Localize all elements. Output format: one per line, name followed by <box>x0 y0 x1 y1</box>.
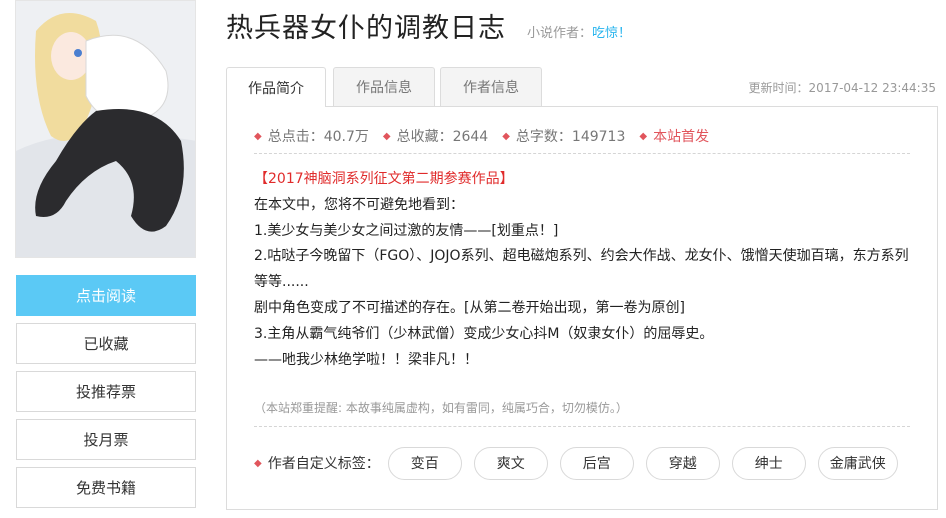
tag-item[interactable]: 绅士 <box>731 446 806 480</box>
diamond-icon: ◆ <box>254 130 262 142</box>
tag-item[interactable]: 穿越 <box>645 446 720 480</box>
stat-clicks-text: 总点击：40.7万 <box>267 129 369 145</box>
intro-line: 剧中角色变成了不可描述的存在。[从第二卷开始出现，第一卷为原创] <box>254 299 685 316</box>
recommend-vote-button[interactable]: 投推荐票 <box>16 371 196 412</box>
tab-intro[interactable]: 作品简介 <box>226 67 326 107</box>
author-link[interactable]: 吃惊！ <box>592 26 631 41</box>
stat-words: ◆ 总字数：149713 <box>502 126 625 146</box>
intro-panel: ◆ 总点击：40.7万 ◆ 总收藏：2644 ◆ 总字数：149713 ◆ 本站首发 【… <box>226 106 938 510</box>
tag-item[interactable]: 爽文 <box>473 446 548 480</box>
diamond-icon: ◆ <box>382 130 391 142</box>
custom-tags-row: ◆ 作者自定义标签： 变百 爽文 后宫 穿越 绅士 金庸武侠 <box>254 446 910 480</box>
stat-favorites-text: 总收藏：2644 <box>396 129 489 145</box>
author-info: 小说作者：吃惊！ <box>527 22 631 41</box>
diamond-icon: ◆ <box>639 130 648 142</box>
diamond-icon: ◆ <box>502 130 510 142</box>
stat-first-release: ◆ 本站首发 <box>639 126 709 146</box>
divider <box>254 426 910 427</box>
monthly-vote-button[interactable]: 投月票 <box>16 419 196 460</box>
stat-words-text: 总字数：149713 <box>515 129 626 145</box>
stat-clicks: ◆ 总点击：40.7万 <box>254 126 369 146</box>
intro-line: 2.咕哒子今晚留下（FGO）、JOJO系列、超电磁炮系列、约会大作战、龙女仆、饿… <box>254 248 909 291</box>
stat-favorites: ◆ 总收藏：2644 <box>383 126 488 146</box>
cover-illustration <box>16 1 195 257</box>
intro-line: 【2017神脑洞系列征文第二期参赛作品】 <box>254 171 514 187</box>
book-title: 热兵器女仆的调教日志 <box>226 13 506 44</box>
tags-label-text: 作者自定义标签： <box>267 456 380 472</box>
book-cover-image[interactable] <box>15 0 196 258</box>
divider <box>254 153 910 154</box>
intro-line: 3.主角从霸气纯爷们（少林武僧）变成少女心抖M（奴隶女仆）的屈辱史。 <box>254 325 714 342</box>
first-release-text: 本站首发 <box>653 129 710 145</box>
free-books-button[interactable]: 免费书籍 <box>16 467 196 508</box>
intro-line: ——吔我少林绝学啦！！梁非凡！！ <box>254 351 478 368</box>
update-time: 更新时间：2017-04-12 23:44:35 <box>748 81 936 95</box>
tag-item[interactable]: 后宫 <box>559 446 634 480</box>
tab-book-info[interactable]: 作品信息 <box>333 67 435 106</box>
stats-row: ◆ 总点击：40.7万 ◆ 总收藏：2644 ◆ 总字数：149713 ◆ 本站首发 <box>254 126 723 146</box>
author-label: 小说作者： <box>527 26 593 41</box>
favorite-button[interactable]: 已收藏 <box>16 323 196 364</box>
disclaimer-notice: （本站郑重提醒: 本故事纯属虚构，如有雷同，纯属巧合，切勿模仿。） <box>254 401 628 415</box>
tags-label: ◆ 作者自定义标签： <box>254 453 380 473</box>
intro-line: 1.美少女与美少女之间过激的友情——[划重点！] <box>254 222 559 239</box>
tag-item[interactable]: 变百 <box>387 446 462 480</box>
read-button[interactable]: 点击阅读 <box>16 275 196 316</box>
tab-author-info[interactable]: 作者信息 <box>440 67 542 106</box>
tag-item[interactable]: 金庸武侠 <box>817 446 898 480</box>
intro-line: 在本文中，您将不可避免地看到： <box>254 196 464 213</box>
intro-text: 【2017神脑洞系列征文第二期参赛作品】 在本文中，您将不可避免地看到： 1.美… <box>254 167 914 373</box>
diamond-icon: ◆ <box>254 457 262 469</box>
